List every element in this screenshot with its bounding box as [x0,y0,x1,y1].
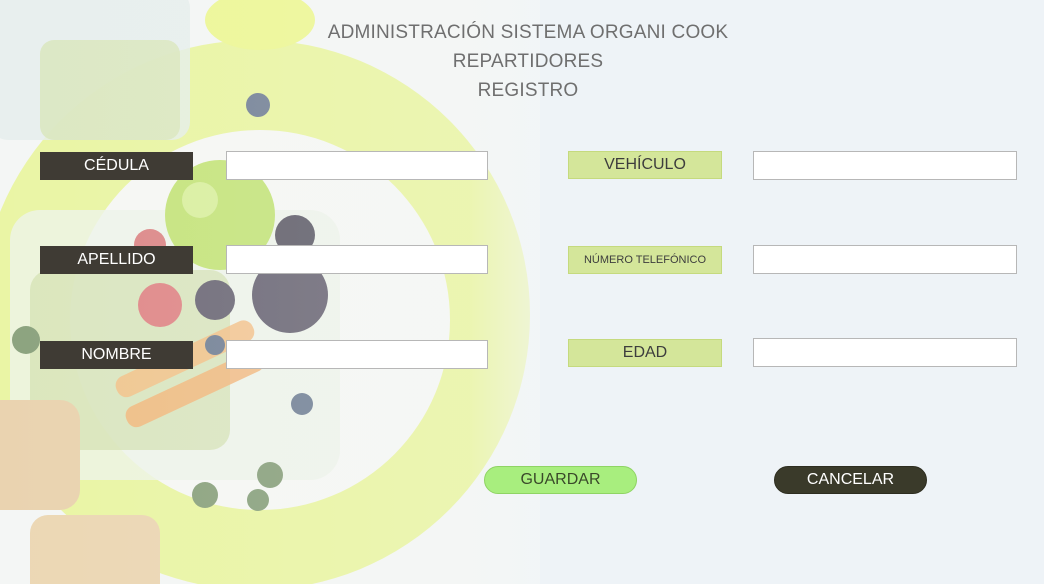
edad-field[interactable] [753,338,1017,367]
cedula-field[interactable] [226,151,488,180]
telefono-label: NÚMERO TELEFÓNICO [568,246,722,274]
vehiculo-field[interactable] [753,151,1017,180]
page-header: ADMINISTRACIÓN SISTEMA ORGANI COOK REPAR… [0,18,1044,105]
vehiculo-label: VEHÍCULO [568,151,722,179]
telefono-field[interactable] [753,245,1017,274]
page-title: ADMINISTRACIÓN SISTEMA ORGANI COOK [327,22,729,43]
apellido-label: APELLIDO [40,246,193,274]
subsection-title: REGISTRO [477,80,579,101]
nombre-field[interactable] [226,340,488,369]
section-title: REPARTIDORES [452,51,604,72]
apellido-field[interactable] [226,245,488,274]
nombre-label: NOMBRE [40,341,193,369]
save-button[interactable]: GUARDAR [484,466,637,494]
edad-label: EDAD [568,339,722,367]
cancel-button[interactable]: CANCELAR [774,466,927,494]
cedula-label: CÉDULA [40,152,193,180]
